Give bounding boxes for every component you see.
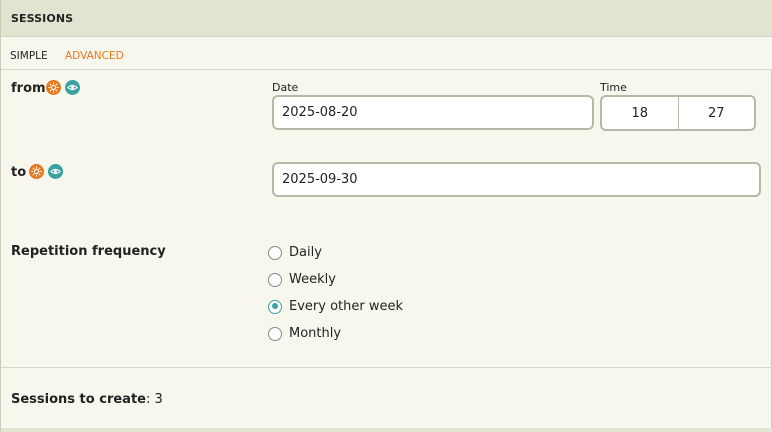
summary-value: 3 [154, 392, 163, 407]
radio-button[interactable] [268, 245, 282, 260]
radio-label: Every other week [289, 299, 403, 314]
radio-button[interactable] [268, 272, 282, 287]
radio-label: Monthly [289, 326, 342, 341]
radio-monthly[interactable]: Monthly [268, 326, 341, 341]
repetition-label: Repetition frequency [11, 244, 166, 259]
from-date-field[interactable]: 2025-08-20 [272, 95, 594, 130]
radio-daily[interactable]: Daily [268, 245, 322, 260]
hour-field[interactable]: 18 [602, 97, 679, 129]
radio-every-other-week[interactable]: Every other week [268, 299, 403, 314]
minute-field[interactable]: 27 [679, 97, 755, 129]
summary-label: Sessions to create [11, 392, 146, 407]
eye-icon[interactable] [65, 80, 80, 95]
radio-weekly[interactable]: Weekly [268, 272, 336, 287]
panel-header: SESSIONS [1, 0, 772, 37]
from-time-field[interactable]: 18 27 [600, 95, 756, 131]
radio-button[interactable] [268, 326, 282, 341]
from-date-value: 2025-08-20 [282, 105, 358, 120]
radio-button[interactable] [268, 299, 282, 314]
sessions-summary: Sessions to create: 3 [11, 392, 163, 407]
divider [1, 367, 772, 368]
mode-tabs: SIMPLE ADVANCED [1, 37, 772, 70]
tab-simple[interactable]: SIMPLE [10, 50, 48, 62]
sessions-panel: SESSIONS SIMPLE ADVANCED from Date Time … [0, 0, 772, 432]
eye-icon[interactable] [48, 164, 63, 179]
bottom-bar [1, 428, 772, 432]
tab-advanced[interactable]: ADVANCED [65, 50, 124, 62]
date-label: Date [272, 81, 299, 94]
panel-title: SESSIONS [11, 12, 74, 25]
time-label: Time [600, 81, 627, 94]
to-label: to [11, 165, 27, 180]
from-label: from [11, 81, 46, 96]
radio-label: Weekly [289, 272, 336, 287]
to-date-field[interactable]: 2025-09-30 [272, 162, 761, 197]
radio-label: Daily [289, 245, 322, 260]
sun-icon[interactable] [46, 80, 61, 95]
sun-icon[interactable] [29, 164, 44, 179]
to-date-value: 2025-09-30 [282, 172, 358, 187]
